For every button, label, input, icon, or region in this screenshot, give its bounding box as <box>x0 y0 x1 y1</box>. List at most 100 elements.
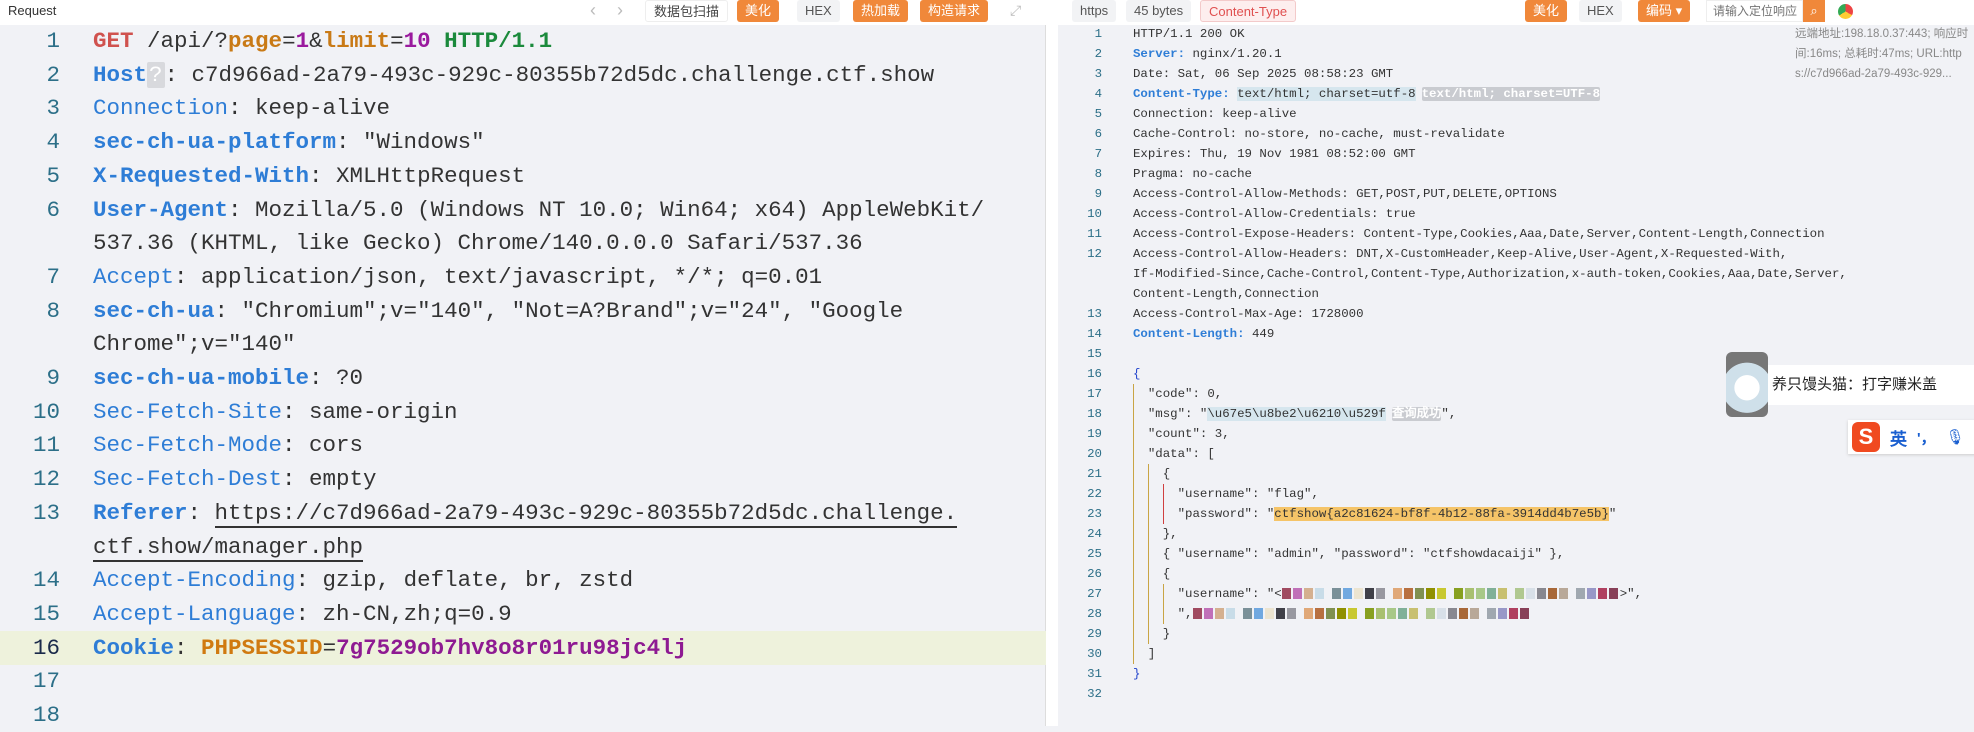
chrome-icon[interactable] <box>1838 4 1853 19</box>
line-number: 26 <box>1087 567 1102 581</box>
code-line[interactable]: 14 Accept-Encoding: gzip, deflate, br, zs… <box>0 563 1046 597</box>
nav-prev-icon[interactable]: ‹ <box>590 0 596 21</box>
locate-search-input[interactable] <box>1706 0 1803 22</box>
line-content: "username": "flag", <box>1133 484 1319 504</box>
encoding-dropdown[interactable]: 编码 ▾ <box>1638 0 1691 22</box>
code-line[interactable]: Chrome";v="140" <box>0 327 1046 361</box>
code-line[interactable]: 8 sec-ch-ua: "Chromium";v="140", "Not=A?B… <box>0 294 1046 328</box>
line-content: Content-Type: text/html; charset=utf-8 te… <box>1133 84 1601 104</box>
code-token: : c7d966ad-2a79-493c-929c-80355b72d5dc.c… <box>164 61 935 88</box>
code-token: "count": 3, <box>1133 427 1230 441</box>
response-beautify-button[interactable]: 美化 <box>1525 0 1568 22</box>
code-line[interactable]: If-Modified-Since,Cache-Control,Content-… <box>1058 264 1974 284</box>
line-content: User-Agent: Mozilla/5.0 (Windows NT 10.0… <box>93 193 984 227</box>
code-token: " <box>1608 507 1617 521</box>
line-content: "password": "ctfshow{a2c81624-bf8f-4b12-… <box>1133 504 1616 524</box>
code-line[interactable]: 8 Pragma: no-cache <box>1058 164 1974 184</box>
construct-request-button[interactable]: 构造请求 <box>920 0 989 22</box>
code-token: \u67e5\u8be2\u6210\u529f <box>1207 407 1386 421</box>
code-token: Content-Length: <box>1133 327 1245 341</box>
code-line[interactable]: 9 sec-ch-ua-mobile: ?0 <box>0 361 1046 395</box>
code-line[interactable]: 18 <box>0 698 1046 732</box>
line-number: 11 <box>1087 227 1102 241</box>
code-line[interactable]: 537.36 (KHTML, like Gecko) Chrome/140.0.… <box>0 226 1046 260</box>
remote-info: 远端地址:198.18.0.37:443; 响应时 间:16ms; 总耗时:47… <box>1795 24 1968 84</box>
code-line[interactable]: 13 Access-Control-Max-Age: 1728000 <box>1058 304 1974 324</box>
code-line[interactable]: 15 Accept-Language: zh-CN,zh;q=0.9 <box>0 597 1046 631</box>
code-line[interactable]: ctf.show/manager.php <box>0 530 1046 564</box>
line-content: ctf.show/manager.php <box>93 530 364 564</box>
content-type-tag[interactable]: Content-Type <box>1200 0 1297 22</box>
code-line[interactable]: 6 Cache-Control: no-store, no-cache, must… <box>1058 124 1974 144</box>
code-line[interactable]: 32 <box>1058 684 1974 704</box>
expand-icon[interactable]: ⤢ <box>1010 2 1021 19</box>
panel-divider[interactable] <box>1046 0 1058 726</box>
code-token: "username": "flag", <box>1133 487 1319 501</box>
code-token: { <box>1133 567 1171 581</box>
code-line[interactable]: 30 ] <box>1058 644 1974 664</box>
code-line[interactable]: 1 GET /api/?page=1&limit=10 HTTP/1.1 <box>0 24 1046 58</box>
code-line[interactable]: Content-Length,Connection <box>1058 284 1974 304</box>
hex-button[interactable]: HEX <box>797 0 840 22</box>
notification-popup[interactable]: 养只馒头猫：打字赚米盖 <box>1726 352 1974 417</box>
code-line[interactable]: 14 Content-Length: 449 <box>1058 324 1974 344</box>
code-line[interactable]: 7 Expires: Thu, 19 Nov 1981 08:52:00 GMT <box>1058 144 1974 164</box>
code-line[interactable]: 5 X-Requested-With: XMLHttpRequest <box>0 159 1046 193</box>
microphone-icon[interactable]: 🎙 <box>1946 428 1965 446</box>
code-line[interactable]: 17 <box>0 664 1046 698</box>
remote-info-line: 间:16ms; 总耗时:47ms; URL:http <box>1795 48 1962 60</box>
code-line[interactable]: 11 Sec-Fetch-Mode: cors <box>0 428 1046 462</box>
code-line[interactable]: 31} <box>1058 664 1974 684</box>
hot-reload-button[interactable]: 热加载 <box>853 0 909 22</box>
code-line[interactable]: 2 Host?: c7d966ad-2a79-493c-929c-80355b72… <box>0 58 1046 92</box>
code-line[interactable]: 10 Access-Control-Allow-Credentials: true <box>1058 204 1974 224</box>
code-line[interactable]: 26 { <box>1058 564 1974 584</box>
code-line[interactable]: 27 "username": "< >", <box>1058 584 1974 604</box>
indent-guide <box>1163 484 1164 524</box>
line-number: 31 <box>1087 667 1102 681</box>
ime-mode-toggle[interactable]: 英 <box>1890 425 1907 450</box>
line-number: 21 <box>1087 467 1102 481</box>
line-content: Server: nginx/1.20.1 <box>1133 44 1282 64</box>
code-line[interactable]: 6 User-Agent: Mozilla/5.0 (Windows NT 10.… <box>0 193 1046 227</box>
code-line[interactable]: 20 "data": [ <box>1058 444 1974 464</box>
code-line[interactable]: 4 sec-ch-ua-platform: "Windows" <box>0 125 1046 159</box>
response-hex-button[interactable]: HEX <box>1579 0 1622 22</box>
line-content: sec-ch-ua: "Chromium";v="140", "Not=A?Br… <box>93 294 917 328</box>
code-line[interactable]: 5 Connection: keep-alive <box>1058 104 1974 124</box>
code-token: = <box>322 634 337 661</box>
line-number: 2 <box>1094 47 1102 61</box>
code-line[interactable]: 25 { "username": "admin", "password": "c… <box>1058 544 1974 564</box>
beautify-button[interactable]: 美化 <box>737 0 780 22</box>
code-line[interactable]: 12 Sec-Fetch-Dest: empty <box>0 462 1046 496</box>
code-line[interactable]: 24 }, <box>1058 524 1974 544</box>
code-line[interactable]: 10 Sec-Fetch-Site: same-origin <box>0 395 1046 429</box>
code-line[interactable]: 23 "password": "ctfshow{a2c81624-bf8f-4b… <box>1058 504 1974 524</box>
code-line[interactable]: 29 } <box>1058 624 1974 644</box>
code-line[interactable]: 28 ", <box>1058 604 1974 624</box>
code-token: Accept <box>93 263 175 290</box>
code-token: Sec-Fetch-Site <box>93 398 283 425</box>
code-line[interactable]: 19 "count": 3, <box>1058 424 1974 444</box>
code-line[interactable]: 4 Content-Type: text/html; charset=utf-8 t… <box>1058 84 1974 104</box>
code-token: text/html; charset=UTF-8 <box>1421 87 1601 101</box>
ime-punct-toggle[interactable]: '， <box>1917 427 1936 448</box>
code-token: PHPSESSID <box>201 634 323 661</box>
ime-toolbar[interactable]: S 英 '， 🎙 <box>1848 420 1974 454</box>
search-icon[interactable]: ⌕ <box>1803 0 1825 22</box>
nav-next-icon[interactable]: › <box>617 0 623 21</box>
packet-scan-button[interactable]: 数据包扫描 <box>645 0 729 22</box>
code-line[interactable]: 9 Access-Control-Allow-Methods: GET,POST,… <box>1058 184 1974 204</box>
code-line[interactable]: 16 Cookie: PHPSESSID=7g7529ob7hv8o8r01ru9… <box>0 630 1046 665</box>
code-line[interactable]: 7 Accept: application/json, text/javascri… <box>0 260 1046 294</box>
code-line[interactable]: 22 "username": "flag", <box>1058 484 1974 504</box>
line-content: Access-Control-Allow-Credentials: true <box>1133 204 1416 224</box>
code-line[interactable]: 12 Access-Control-Allow-Headers: DNT,X-Cu… <box>1058 244 1974 264</box>
code-line[interactable]: 21 { <box>1058 464 1974 484</box>
line-content: X-Requested-With: XMLHttpRequest <box>93 159 525 193</box>
code-line[interactable]: 11 Access-Control-Expose-Headers: Content… <box>1058 224 1974 244</box>
code-line[interactable]: 3 Connection: keep-alive <box>0 91 1046 125</box>
remote-info-line: 远端地址:198.18.0.37:443; 响应时 <box>1795 28 1969 40</box>
code-line[interactable]: 13 Referer: https://c7d966ad-2a79-493c-92… <box>0 496 1046 530</box>
line-content: } <box>1133 664 1140 684</box>
